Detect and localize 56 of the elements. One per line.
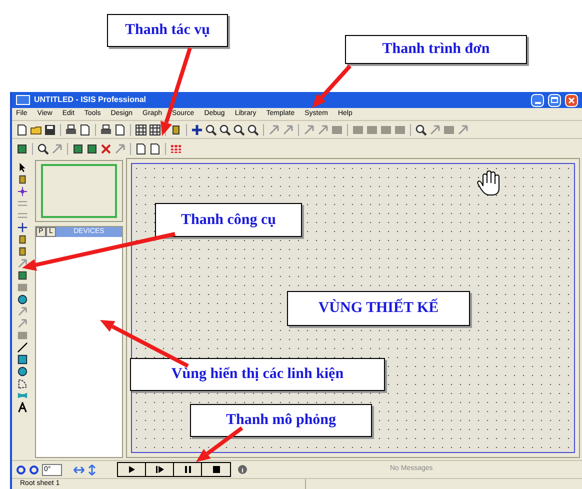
vertical-arrows-icon[interactable] [88, 464, 96, 476]
table-icon[interactable] [170, 142, 182, 154]
component-icon[interactable] [170, 124, 182, 136]
x-icon[interactable] [100, 142, 112, 154]
arrow-icon[interactable] [16, 258, 28, 269]
chip-icon[interactable] [72, 142, 84, 154]
maximize-button[interactable] [548, 94, 561, 106]
printer-icon[interactable] [100, 124, 112, 136]
chip-icon[interactable] [16, 142, 28, 154]
component-icon[interactable] [16, 246, 28, 257]
callout-label: Thanh mô phỏng [226, 411, 336, 430]
arc-icon[interactable] [16, 378, 28, 389]
file-icon[interactable] [135, 142, 147, 154]
minimize-button[interactable] [531, 94, 544, 106]
save-icon[interactable] [44, 124, 56, 136]
zoom-icon[interactable] [247, 124, 259, 136]
hand-cursor-icon [477, 170, 500, 196]
zoom-icon[interactable] [233, 124, 245, 136]
app-icon [16, 95, 30, 105]
zoom-icon[interactable] [219, 124, 231, 136]
cross-icon[interactable] [191, 124, 203, 136]
file-icon[interactable] [16, 124, 28, 136]
callout-label: VÙNG THIẾT KẾ [318, 298, 439, 318]
window-title: UNTITLED - ISIS Professional [34, 94, 148, 106]
stop-icon [212, 466, 220, 473]
folder-icon[interactable] [30, 124, 42, 136]
zoom-icon[interactable] [37, 142, 49, 154]
close-button[interactable] [565, 94, 578, 106]
circle-icon[interactable] [16, 366, 28, 377]
component-icon[interactable] [16, 174, 28, 185]
pause-icon [184, 466, 190, 473]
chip-icon[interactable] [16, 270, 28, 281]
text-icon[interactable] [16, 402, 28, 413]
circle-icon[interactable] [16, 294, 28, 305]
printer-icon[interactable] [65, 124, 77, 136]
component-icon[interactable] [16, 234, 28, 245]
step-icon [156, 466, 164, 473]
line-icon[interactable] [16, 342, 28, 353]
play-icon [128, 466, 134, 473]
junction-icon[interactable] [16, 186, 28, 197]
zoom-icon[interactable] [415, 124, 427, 136]
callout-label: Vùng hiển thị các linh kiện [171, 365, 344, 384]
horizontal-arrows-icon[interactable] [73, 464, 85, 474]
callout-label: Thanh tác vụ [124, 21, 210, 40]
zoom-icon[interactable] [205, 124, 217, 136]
file-icon[interactable] [149, 142, 161, 154]
grid-icon[interactable] [149, 124, 161, 136]
info-icon[interactable] [238, 465, 247, 474]
grid-icon[interactable] [135, 124, 147, 136]
chip-icon[interactable] [86, 142, 98, 154]
callout-label: Thanh trình đơn [382, 40, 490, 60]
square-icon[interactable] [16, 354, 28, 365]
callout-label: Thanh công cụ [180, 210, 276, 230]
file-icon[interactable] [79, 124, 91, 136]
file-icon[interactable] [114, 124, 126, 136]
close-icon [568, 96, 575, 104]
